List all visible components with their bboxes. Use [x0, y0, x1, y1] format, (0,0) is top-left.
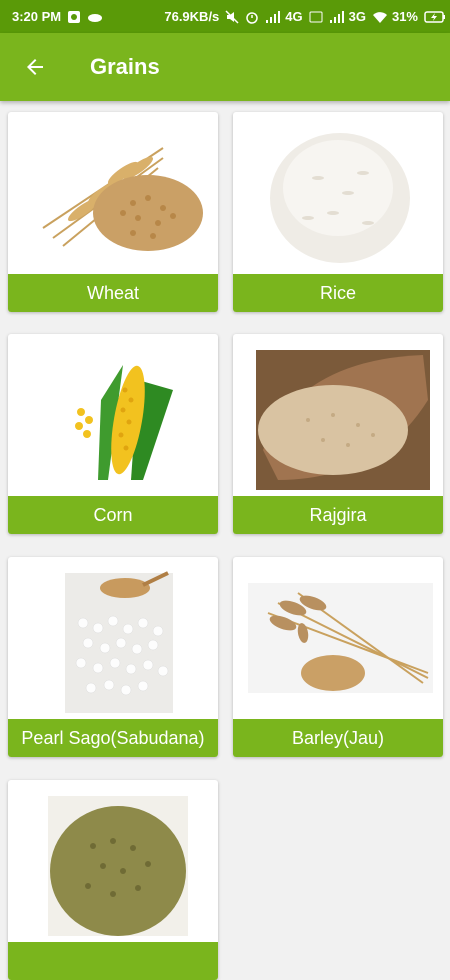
- network-type-2: 3G: [348, 9, 366, 24]
- grain-card-corn[interactable]: Corn: [8, 334, 218, 534]
- arrow-left-icon: [27, 59, 43, 75]
- millet-image: [8, 780, 218, 942]
- grain-card-wheat[interactable]: Wheat: [8, 112, 218, 312]
- network-type-1: 4G: [285, 9, 303, 24]
- grain-card-barley[interactable]: Barley(Jau): [233, 557, 443, 757]
- app-bar: Grains: [0, 33, 450, 101]
- grain-card-rice[interactable]: Rice: [233, 112, 443, 312]
- signal-icon: [329, 10, 344, 24]
- wheat-image: [8, 112, 218, 274]
- mute-icon: [225, 9, 239, 24]
- grain-label: Rajgira: [233, 496, 443, 534]
- grain-card-millet[interactable]: [8, 780, 218, 980]
- back-button[interactable]: [0, 33, 70, 101]
- grain-label: Wheat: [8, 274, 218, 312]
- battery-charging-icon: [424, 10, 445, 24]
- corn-image: [8, 334, 218, 496]
- grain-card-pearl-sago[interactable]: Pearl Sago(Sabudana): [8, 557, 218, 757]
- grain-label: Pearl Sago(Sabudana): [8, 719, 218, 757]
- cloud-icon: [87, 10, 103, 24]
- grain-label: [8, 942, 218, 980]
- grain-label: Corn: [8, 496, 218, 534]
- grain-label: Rice: [233, 274, 443, 312]
- camera-icon: [67, 10, 81, 24]
- pearl-sago-image: [8, 557, 218, 719]
- page-title: Grains: [90, 54, 160, 79]
- rajgira-image: [233, 334, 443, 496]
- barley-image: [233, 557, 443, 719]
- wifi-icon: [372, 10, 387, 24]
- battery-percent: 31%: [391, 9, 418, 24]
- volte-icon: [309, 10, 323, 24]
- grain-card-rajgira[interactable]: Rajgira: [233, 334, 443, 534]
- alarm-icon: [245, 10, 259, 24]
- grain-grid: Wheat Rice Corn Rajgira Pearl Sago(Sabud…: [0, 101, 450, 980]
- grain-label: Barley(Jau): [233, 719, 443, 757]
- status-time: 3:20 PM: [12, 9, 62, 24]
- signal-icon: [265, 10, 281, 24]
- network-speed: 76.9KB/s: [164, 9, 220, 24]
- rice-image: [233, 112, 443, 274]
- status-bar: 3:20 PM 76.9KB/s 4G 3G 31%: [0, 0, 450, 33]
